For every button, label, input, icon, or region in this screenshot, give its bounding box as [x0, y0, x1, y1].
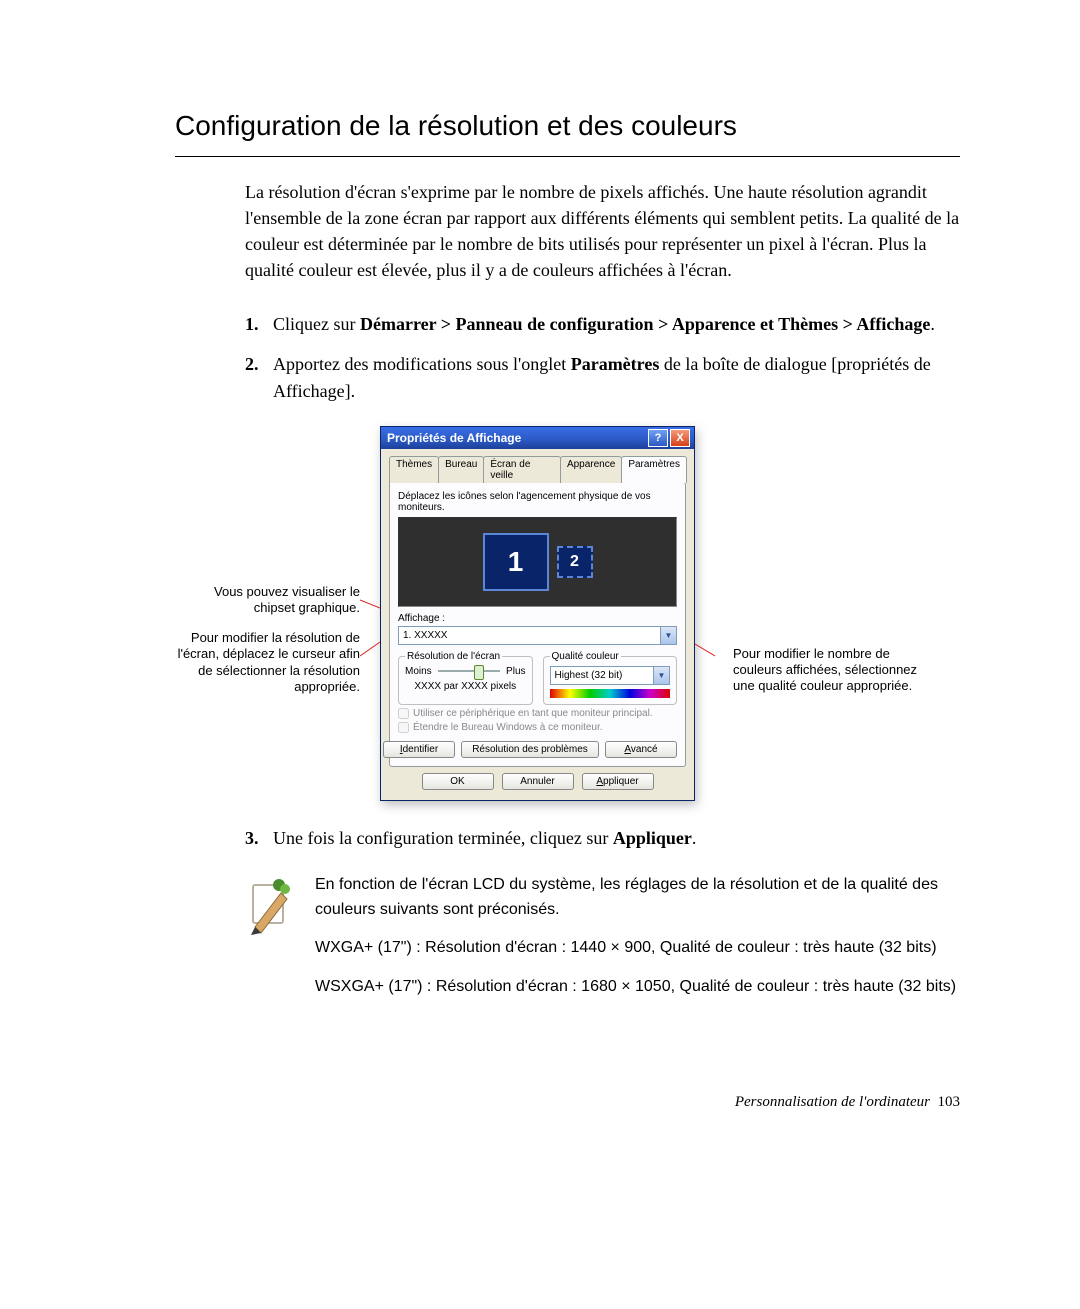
resolution-group: Résolution de l'écran Moins Plus XXXX pa… — [398, 651, 533, 705]
callout-color-quality: Pour modifier le nombre de couleurs affi… — [733, 646, 923, 695]
help-button[interactable]: ? — [648, 429, 668, 447]
note-block: En fonction de l'écran LCD du système, l… — [245, 873, 960, 1014]
tab-bureau[interactable]: Bureau — [438, 456, 484, 483]
chevron-down-icon: ▼ — [660, 627, 676, 644]
note-p3: WSXGA+ (17") : Résolution d'écran : 1680… — [315, 975, 960, 1000]
heading-rule — [175, 156, 960, 157]
step-1: 1. Cliquez sur Démarrer > Panneau de con… — [245, 311, 960, 337]
callout-resolution: Pour modifier la résolution de l'écran, … — [175, 630, 360, 695]
note-body: En fonction de l'écran LCD du système, l… — [315, 873, 960, 1014]
resolution-slider[interactable] — [438, 670, 500, 672]
tab-screensaver[interactable]: Écran de veille — [483, 456, 561, 483]
extend-desktop-checkbox[interactable]: Étendre le Bureau Windows à ce moniteur. — [398, 722, 677, 733]
steps-list: 1. Cliquez sur Démarrer > Panneau de con… — [245, 311, 960, 403]
tab-panel-settings: Déplacez les icônes selon l'agencement p… — [389, 482, 686, 767]
step-2: 2. Apportez des modifications sous l'ong… — [245, 351, 960, 403]
page-footer: Personnalisation de l'ordinateur 103 — [175, 1094, 960, 1111]
monitor-hint: Déplacez les icônes selon l'agencement p… — [398, 491, 677, 513]
tab-settings[interactable]: Paramètres — [621, 456, 687, 483]
left-callouts: Vous pouvez visualiser le chipset graphi… — [175, 426, 360, 801]
close-button[interactable]: X — [670, 429, 690, 447]
ok-button[interactable]: OK — [422, 773, 494, 790]
tab-themes[interactable]: Thèmes — [389, 456, 439, 483]
display-properties-dialog: Propriétés de Affichage ? X Thèmes Burea… — [380, 426, 695, 801]
display-select[interactable]: 1. XXXXX ▼ — [398, 626, 677, 645]
color-rainbow — [550, 689, 671, 698]
monitor-2[interactable]: 2 — [557, 546, 593, 578]
monitors-preview[interactable]: 1 2 — [398, 517, 677, 607]
intro-paragraph: La résolution d'écran s'exprime par le n… — [245, 179, 960, 283]
callout-chipset: Vous pouvez visualiser le chipset graphi… — [175, 584, 360, 617]
apply-button[interactable]: Appliquer — [582, 773, 654, 790]
cancel-button[interactable]: Annuler — [502, 773, 574, 790]
note-icon — [245, 873, 297, 1014]
steps-list-cont: 3. Une fois la configuration terminée, c… — [245, 825, 960, 851]
callout-arrows-right — [695, 426, 715, 786]
monitor-checkboxes: Utiliser ce périphérique en tant que mon… — [398, 708, 677, 733]
slider-thumb[interactable] — [474, 665, 484, 680]
monitor-1[interactable]: 1 — [483, 533, 549, 591]
dialog-title: Propriétés de Affichage — [387, 431, 646, 445]
page-heading: Configuration de la résolution et des co… — [175, 110, 960, 142]
identify-button[interactable]: Identifier — [383, 741, 455, 758]
dialog-footer-buttons: OK Annuler Appliquer — [389, 767, 686, 792]
display-label: Affichage : — [398, 613, 677, 624]
dialog-tabs: Thèmes Bureau Écran de veille Apparence … — [389, 455, 686, 482]
troubleshoot-button[interactable]: Résolution des problèmes — [461, 741, 599, 758]
resolution-value: XXXX par XXXX pixels — [405, 681, 526, 692]
callout-arrows-left — [360, 426, 380, 786]
note-p1: En fonction de l'écran LCD du système, l… — [315, 873, 960, 923]
dialog-figure: Vous pouvez visualiser le chipset graphi… — [175, 426, 960, 801]
color-quality-select[interactable]: Highest (32 bit) ▼ — [550, 666, 671, 685]
chevron-down-icon: ▼ — [653, 667, 669, 684]
color-quality-group: Qualité couleur Highest (32 bit) ▼ — [543, 651, 678, 705]
note-p2: WXGA+ (17") : Résolution d'écran : 1440 … — [315, 936, 960, 961]
right-callouts: Pour modifier le nombre de couleurs affi… — [715, 426, 923, 801]
dialog-titlebar[interactable]: Propriétés de Affichage ? X — [381, 427, 694, 449]
advanced-button[interactable]: Avancé — [605, 741, 677, 758]
step-3: 3. Une fois la configuration terminée, c… — [245, 825, 960, 851]
primary-monitor-checkbox[interactable]: Utiliser ce périphérique en tant que mon… — [398, 708, 677, 719]
tab-appearance[interactable]: Apparence — [560, 456, 622, 483]
